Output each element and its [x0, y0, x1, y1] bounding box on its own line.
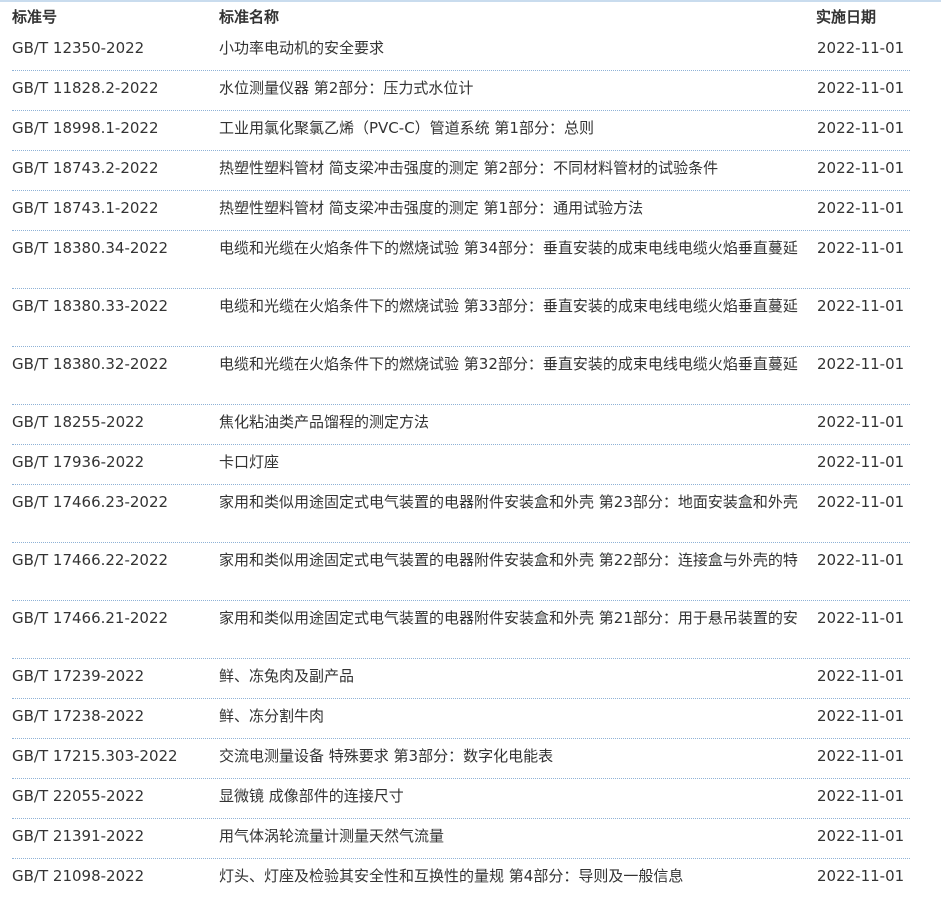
- implementation-date: 2022-11-01: [817, 827, 905, 845]
- standards-table: 标准号 标准名称 实施日期 GB/T 12350-2022 小功率电动机的安全要…: [0, 3, 941, 899]
- implementation-date: 2022-11-01: [817, 413, 905, 431]
- table-row[interactable]: GB/T 18998.1-2022 工业用氯化聚氯乙烯（PVC-C）管道系统 第…: [0, 111, 941, 151]
- standard-name[interactable]: 焦化粘油类产品馏程的测定方法: [219, 408, 811, 436]
- standard-name[interactable]: 家用和类似用途固定式电气装置的电器附件安装盒和外壳 第23部分：地面安装盒和外壳: [219, 488, 811, 516]
- table-row[interactable]: GB/T 22055-2022 显微镜 成像部件的连接尺寸 2022-11-01: [0, 779, 941, 819]
- implementation-date: 2022-11-01: [817, 39, 905, 57]
- standard-name[interactable]: 显微镜 成像部件的连接尺寸: [219, 782, 811, 810]
- standard-name[interactable]: 水位测量仪器 第2部分：压力式水位计: [219, 74, 811, 102]
- implementation-date: 2022-11-01: [817, 707, 905, 725]
- implementation-date: 2022-11-01: [817, 867, 905, 885]
- standard-name[interactable]: 鲜、冻分割牛肉: [219, 702, 811, 730]
- standard-code[interactable]: GB/T 18380.33-2022: [12, 292, 212, 320]
- standard-name[interactable]: 用气体涡轮流量计测量天然气流量: [219, 822, 811, 850]
- header-name: 标准名称: [219, 8, 280, 26]
- implementation-date: 2022-11-01: [817, 79, 905, 97]
- table-row[interactable]: GB/T 17239-2022 鲜、冻兔肉及副产品 2022-11-01: [0, 659, 941, 699]
- standard-code[interactable]: GB/T 17466.21-2022: [12, 604, 212, 632]
- standard-code[interactable]: GB/T 17238-2022: [12, 702, 212, 730]
- table-row[interactable]: GB/T 17238-2022 鲜、冻分割牛肉 2022-11-01: [0, 699, 941, 739]
- implementation-date: 2022-11-01: [817, 609, 905, 627]
- standard-name[interactable]: 电缆和光缆在火焰条件下的燃烧试验 第34部分：垂直安装的成束电线电缆火焰垂直蔓延: [219, 234, 811, 262]
- implementation-date: 2022-11-01: [817, 551, 905, 569]
- standard-code[interactable]: GB/T 18380.34-2022: [12, 234, 212, 262]
- table-row[interactable]: GB/T 17936-2022 卡口灯座 2022-11-01: [0, 445, 941, 485]
- header-date: 实施日期: [816, 8, 877, 26]
- table-row[interactable]: GB/T 11828.2-2022 水位测量仪器 第2部分：压力式水位计 202…: [0, 71, 941, 111]
- table-row[interactable]: GB/T 18743.1-2022 热塑性塑料管材 简支梁冲击强度的测定 第1部…: [0, 191, 941, 231]
- implementation-date: 2022-11-01: [817, 667, 905, 685]
- implementation-date: 2022-11-01: [817, 787, 905, 805]
- standard-name[interactable]: 小功率电动机的安全要求: [219, 34, 811, 62]
- table-row[interactable]: GB/T 18380.33-2022 电缆和光缆在火焰条件下的燃烧试验 第33部…: [0, 289, 941, 347]
- table-row[interactable]: GB/T 21391-2022 用气体涡轮流量计测量天然气流量 2022-11-…: [0, 819, 941, 859]
- standard-name[interactable]: 灯头、灯座及检验其安全性和互换性的量规 第4部分：导则及一般信息: [219, 862, 811, 890]
- implementation-date: 2022-11-01: [817, 453, 905, 471]
- standard-code[interactable]: GB/T 21391-2022: [12, 822, 212, 850]
- standard-code[interactable]: GB/T 12350-2022: [12, 34, 212, 62]
- standard-code[interactable]: GB/T 17936-2022: [12, 448, 212, 476]
- standard-name[interactable]: 热塑性塑料管材 简支梁冲击强度的测定 第2部分：不同材料管材的试验条件: [219, 154, 811, 182]
- table-row[interactable]: GB/T 17466.22-2022 家用和类似用途固定式电气装置的电器附件安装…: [0, 543, 941, 601]
- implementation-date: 2022-11-01: [817, 747, 905, 765]
- implementation-date: 2022-11-01: [817, 199, 905, 217]
- table-row[interactable]: GB/T 18743.2-2022 热塑性塑料管材 简支梁冲击强度的测定 第2部…: [0, 151, 941, 191]
- implementation-date: 2022-11-01: [817, 159, 905, 177]
- top-divider: [0, 0, 941, 2]
- implementation-date: 2022-11-01: [817, 239, 905, 257]
- table-row[interactable]: GB/T 18380.34-2022 电缆和光缆在火焰条件下的燃烧试验 第34部…: [0, 231, 941, 289]
- implementation-date: 2022-11-01: [817, 493, 905, 511]
- standard-name[interactable]: 电缆和光缆在火焰条件下的燃烧试验 第33部分：垂直安装的成束电线电缆火焰垂直蔓延: [219, 292, 811, 320]
- standard-name[interactable]: 家用和类似用途固定式电气装置的电器附件安装盒和外壳 第21部分：用于悬吊装置的安: [219, 604, 811, 632]
- standard-code[interactable]: GB/T 18255-2022: [12, 408, 212, 436]
- standard-code[interactable]: GB/T 18998.1-2022: [12, 114, 212, 142]
- standard-name[interactable]: 卡口灯座: [219, 448, 811, 476]
- implementation-date: 2022-11-01: [817, 119, 905, 137]
- standard-name[interactable]: 工业用氯化聚氯乙烯（PVC-C）管道系统 第1部分：总则: [219, 114, 811, 142]
- standard-code[interactable]: GB/T 17466.22-2022: [12, 546, 212, 574]
- table-row[interactable]: GB/T 12350-2022 小功率电动机的安全要求 2022-11-01: [0, 31, 941, 71]
- implementation-date: 2022-11-01: [817, 355, 905, 373]
- standard-name[interactable]: 家用和类似用途固定式电气装置的电器附件安装盒和外壳 第22部分：连接盒与外壳的特: [219, 546, 811, 574]
- table-header: 标准号 标准名称 实施日期: [0, 3, 941, 31]
- standard-code[interactable]: GB/T 21098-2022: [12, 862, 212, 890]
- table-row[interactable]: GB/T 18380.32-2022 电缆和光缆在火焰条件下的燃烧试验 第32部…: [0, 347, 941, 405]
- standard-code[interactable]: GB/T 18743.1-2022: [12, 194, 212, 222]
- standard-code[interactable]: GB/T 11828.2-2022: [12, 74, 212, 102]
- table-row[interactable]: GB/T 17466.21-2022 家用和类似用途固定式电气装置的电器附件安装…: [0, 601, 941, 659]
- standard-code[interactable]: GB/T 18380.32-2022: [12, 350, 212, 378]
- standard-name[interactable]: 热塑性塑料管材 简支梁冲击强度的测定 第1部分：通用试验方法: [219, 194, 811, 222]
- header-code: 标准号: [12, 8, 58, 26]
- standard-code[interactable]: GB/T 22055-2022: [12, 782, 212, 810]
- table-row[interactable]: GB/T 17466.23-2022 家用和类似用途固定式电气装置的电器附件安装…: [0, 485, 941, 543]
- implementation-date: 2022-11-01: [817, 297, 905, 315]
- table-row[interactable]: GB/T 21098-2022 灯头、灯座及检验其安全性和互换性的量规 第4部分…: [0, 859, 941, 899]
- standard-code[interactable]: GB/T 18743.2-2022: [12, 154, 212, 182]
- table-row[interactable]: GB/T 17215.303-2022 交流电测量设备 特殊要求 第3部分：数字…: [0, 739, 941, 779]
- table-row[interactable]: GB/T 18255-2022 焦化粘油类产品馏程的测定方法 2022-11-0…: [0, 405, 941, 445]
- table-body: GB/T 12350-2022 小功率电动机的安全要求 2022-11-01 G…: [0, 31, 941, 899]
- standard-code[interactable]: GB/T 17239-2022: [12, 662, 212, 690]
- standard-name[interactable]: 鲜、冻兔肉及副产品: [219, 662, 811, 690]
- standard-name[interactable]: 电缆和光缆在火焰条件下的燃烧试验 第32部分：垂直安装的成束电线电缆火焰垂直蔓延: [219, 350, 811, 378]
- standard-code[interactable]: GB/T 17466.23-2022: [12, 488, 212, 516]
- standard-name[interactable]: 交流电测量设备 特殊要求 第3部分：数字化电能表: [219, 742, 811, 770]
- standard-code[interactable]: GB/T 17215.303-2022: [12, 742, 212, 770]
